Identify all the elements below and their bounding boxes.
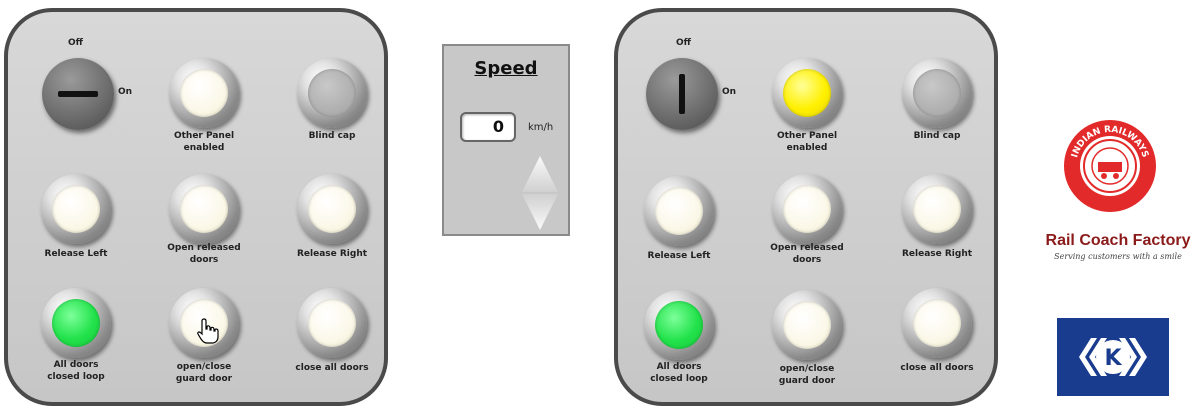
- speed-value-field[interactable]: 0: [460, 112, 516, 142]
- release-left-label: Release Left: [44, 249, 108, 259]
- open-released-doors-label: Open released doors: [167, 243, 241, 265]
- open-released-doors-button[interactable]: [169, 174, 239, 244]
- switch-off-label: Off: [676, 38, 691, 48]
- open-released-doors-label: Open released doors: [770, 243, 844, 265]
- release-left-button[interactable]: [41, 174, 111, 244]
- switch-on-label: On: [118, 87, 133, 97]
- key-switch-icon[interactable]: [646, 58, 718, 130]
- rcf-name: Rail Coach Factory: [1045, 232, 1191, 249]
- all-doors-closed-loop-label: All doors closed loop: [47, 360, 105, 382]
- switch-on-label: On: [722, 87, 737, 97]
- right-door-control-panel: Off On Other Panel enabled Blind cap Rele…: [614, 8, 998, 406]
- other-panel-enabled-label: Other Panel enabled: [173, 131, 235, 153]
- close-all-doors-button[interactable]: [297, 288, 367, 358]
- hand-cursor-icon: [197, 318, 219, 344]
- all-doors-closed-loop-button[interactable]: [644, 290, 714, 360]
- key-switch-icon[interactable]: [42, 58, 114, 130]
- k-letter: K: [1104, 346, 1122, 371]
- open-released-doors-button[interactable]: [772, 174, 842, 244]
- knorr-bremse-logo: K: [1057, 318, 1169, 396]
- speed-control: Speed 0 km/h: [442, 44, 570, 236]
- all-doors-closed-loop-label: All doors closed loop: [650, 362, 708, 384]
- close-all-doors-button[interactable]: [902, 288, 972, 358]
- left-door-control-panel: Off On Other Panel enabled Blind cap Rele…: [4, 8, 388, 406]
- speed-down-arrow-icon[interactable]: [522, 194, 558, 230]
- close-all-doors-label: close all doors: [295, 363, 369, 373]
- other-panel-enabled-button[interactable]: [169, 58, 239, 128]
- speed-title: Speed: [474, 58, 538, 79]
- other-panel-enabled-button[interactable]: [772, 58, 842, 128]
- speed-unit: km/h: [528, 122, 554, 133]
- blind-cap-button[interactable]: [297, 58, 367, 128]
- release-right-label: Release Right: [901, 249, 973, 259]
- switch-off-label: Off: [68, 38, 83, 48]
- indian-railways-logo: INDIAN RAILWAYS: [1064, 120, 1156, 212]
- release-right-button[interactable]: [297, 174, 367, 244]
- blind-cap-button[interactable]: [902, 58, 972, 128]
- guard-door-label: open/close guard door: [175, 362, 233, 384]
- release-right-button[interactable]: [902, 174, 972, 244]
- guard-door-button[interactable]: [772, 290, 842, 360]
- blind-cap-label: Blind cap: [308, 131, 356, 141]
- guard-door-label: open/close guard door: [778, 364, 836, 386]
- blind-cap-label: Blind cap: [913, 131, 961, 141]
- release-left-button[interactable]: [644, 176, 714, 246]
- close-all-doors-label: close all doors: [900, 363, 974, 373]
- release-right-label: Release Right: [296, 249, 368, 259]
- speed-up-arrow-icon[interactable]: [522, 156, 558, 192]
- all-doors-closed-loop-button[interactable]: [41, 288, 111, 358]
- release-left-label: Release Left: [647, 251, 711, 261]
- rcf-tagline: Serving customers with a smile: [1054, 252, 1182, 261]
- other-panel-enabled-label: Other Panel enabled: [776, 131, 838, 153]
